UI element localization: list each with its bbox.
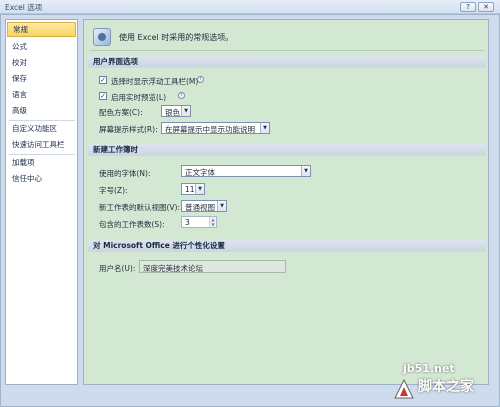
sidebar-item-label: 保存 (12, 74, 27, 83)
general-options-panel: 使用 Excel 时采用的常规选项。 用户界面选项 ✓ 选择时显示浮动工具栏(M… (83, 19, 489, 385)
live-preview-checkbox[interactable]: ✓ (99, 92, 107, 100)
new-workbook-heading: 新建工作簿时 (88, 144, 486, 156)
intro-text: 使用 Excel 时采用的常规选项。 (119, 33, 234, 42)
help-button[interactable]: ? (460, 2, 476, 12)
default-view-select[interactable]: 普通视图 ▼ (181, 200, 227, 212)
color-scheme-value: 银色 (165, 108, 180, 117)
ui-options-heading: 用户界面选项 (88, 56, 486, 68)
sidebar-item-label: 语言 (12, 90, 27, 99)
intro-divider (90, 50, 484, 51)
sidebar-item-add-ins[interactable]: 加载项 (7, 155, 76, 170)
close-icon: ✕ (483, 3, 489, 11)
sidebar-item-label: 校对 (12, 58, 27, 67)
font-size-select[interactable]: 11 ▼ (181, 183, 205, 195)
sidebar-item-label: 公式 (12, 42, 27, 51)
username-label: 用户名(U): (99, 264, 136, 273)
spinner-arrows-icon[interactable]: ▲ ▼ (209, 217, 216, 227)
screentip-style-value: 在屏幕提示中显示功能说明 (165, 125, 255, 134)
screentip-style-label: 屏幕提示样式(R): (99, 125, 158, 134)
window-title: Excel 选项 (5, 3, 43, 12)
sidebar-item-label: 信任中心 (12, 174, 42, 183)
spin-down-icon[interactable]: ▼ (211, 222, 214, 227)
sheet-count-value: 3 (185, 218, 190, 227)
sheet-count-label: 包含的工作表数(S): (99, 220, 165, 229)
title-bar: Excel 选项 ? ✕ (0, 0, 500, 14)
sidebar-item-label: 高级 (12, 106, 27, 115)
check-icon: ✓ (100, 92, 106, 100)
chevron-down-icon: ▼ (260, 123, 269, 133)
show-minitoolbar-label: 选择时显示浮动工具栏(M) (111, 77, 199, 86)
sidebar-item-proofing[interactable]: 校对 (7, 55, 76, 70)
options-sidebar: 常规 公式 校对 保存 语言 高级 自定义功能区 快速访问工具栏 加载项 信任中… (5, 19, 78, 385)
sidebar-item-label: 快速访问工具栏 (12, 140, 65, 149)
sidebar-item-quick-access-toolbar[interactable]: 快速访问工具栏 (7, 137, 76, 152)
sheet-count-stepper[interactable]: 3 ▲ ▼ (181, 216, 217, 228)
help-icon: ? (466, 3, 470, 11)
live-preview-label: 启用实时预览(L) (111, 93, 167, 102)
info-icon: i (197, 76, 204, 83)
chevron-down-icon: ▼ (181, 106, 190, 116)
sidebar-item-language[interactable]: 语言 (7, 87, 76, 102)
sidebar-item-general[interactable]: 常规 (7, 22, 76, 37)
username-value: 深度完美技术论坛 (143, 263, 203, 273)
check-icon: ✓ (100, 76, 106, 84)
screentip-style-select[interactable]: 在屏幕提示中显示功能说明 ▼ (161, 122, 270, 134)
font-select[interactable]: 正文字体 ▼ (181, 165, 311, 177)
font-label: 使用的字体(N): (99, 169, 151, 178)
sidebar-item-trust-center[interactable]: 信任中心 (7, 171, 76, 186)
sidebar-item-save[interactable]: 保存 (7, 71, 76, 86)
sidebar-item-customize-ribbon[interactable]: 自定义功能区 (7, 121, 76, 136)
close-button[interactable]: ✕ (478, 2, 494, 12)
sidebar-item-formulas[interactable]: 公式 (7, 39, 76, 54)
font-value: 正文字体 (185, 168, 215, 177)
sidebar-item-advanced[interactable]: 高级 (7, 103, 76, 118)
font-size-value: 11 (185, 185, 195, 194)
sidebar-item-label: 加载项 (12, 158, 35, 167)
chevron-down-icon: ▼ (217, 201, 226, 211)
show-minitoolbar-checkbox[interactable]: ✓ (99, 76, 107, 84)
options-icon (93, 28, 111, 46)
chevron-down-icon: ▼ (195, 184, 204, 194)
info-icon: i (178, 92, 185, 99)
watermark-logo-icon (394, 378, 414, 399)
font-size-label: 字号(Z): (99, 186, 128, 195)
watermark-url: jb51.net (403, 362, 455, 375)
default-view-value: 普通视图 (185, 203, 215, 212)
default-view-label: 新工作表的默认视图(V): (99, 203, 181, 212)
color-scheme-select[interactable]: 银色 ▼ (161, 105, 191, 117)
username-field[interactable]: 深度完美技术论坛 (139, 260, 286, 273)
personalize-heading: 对 Microsoft Office 进行个性化设置 (88, 240, 486, 252)
watermark-logo-text: 脚本之家 (418, 379, 474, 395)
sidebar-item-label: 常规 (13, 25, 28, 34)
color-scheme-label: 配色方案(C): (99, 108, 143, 117)
chevron-down-icon: ▼ (301, 166, 310, 176)
sidebar-item-label: 自定义功能区 (12, 124, 57, 133)
